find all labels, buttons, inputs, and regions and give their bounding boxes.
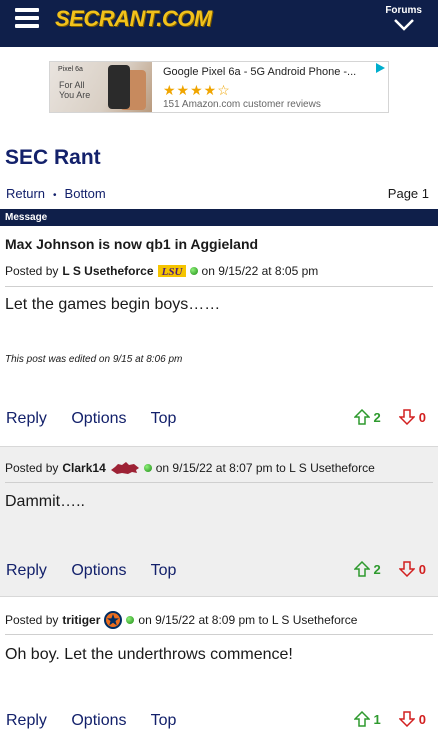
- options-button[interactable]: Options: [71, 562, 126, 579]
- astros-flair-icon: [104, 611, 123, 629]
- chevron-down-icon: [393, 19, 414, 31]
- downvote-count: 0: [418, 561, 426, 577]
- reply-button[interactable]: Reply: [6, 712, 47, 729]
- post-meta: Posted by Clark14 on 9/15/22 at 8:07 pm …: [5, 461, 375, 475]
- post: Posted by L S Usetheforce LSU on 9/15/22…: [0, 255, 438, 445]
- downvote-count: 0: [418, 711, 426, 727]
- post-body: Oh boy. Let the underthrows commence!: [5, 646, 293, 663]
- downvote-button[interactable]: 0: [398, 711, 426, 727]
- options-button[interactable]: Options: [71, 410, 126, 427]
- post: Posted by tritiger on 9/15/22 at 8:09 pm…: [0, 598, 438, 750]
- vote-controls: 2 0: [353, 561, 426, 577]
- board-title[interactable]: SEC Rant: [5, 146, 101, 170]
- reply-button[interactable]: Reply: [6, 562, 47, 579]
- thread-title: Max Johnson is now qb1 in Aggieland: [5, 236, 259, 252]
- site-logo[interactable]: SECRANT.COM: [55, 6, 212, 32]
- downvote-button[interactable]: 0: [398, 409, 426, 425]
- posted-by-label: Posted by: [5, 264, 59, 278]
- adchoices-icon[interactable]: [374, 62, 386, 74]
- top-button[interactable]: Top: [151, 410, 177, 427]
- post-body: Let the games begin boys……: [5, 296, 221, 313]
- thumbs-up-arrow-icon: [353, 561, 370, 577]
- return-link[interactable]: Return: [6, 186, 45, 201]
- bottom-link[interactable]: Bottom: [65, 186, 106, 201]
- upvote-count: 1: [373, 711, 381, 727]
- nav-separator: •: [53, 190, 57, 201]
- message-header-bar: Message: [0, 209, 438, 226]
- online-status-icon: [189, 267, 198, 275]
- upvote-count: 2: [373, 409, 381, 425]
- post-meta: Posted by tritiger on 9/15/22 at 8:09 pm…: [5, 611, 357, 629]
- upvote-button[interactable]: 2: [353, 409, 381, 425]
- thread-nav: Return • Bottom: [6, 186, 106, 201]
- top-button[interactable]: Top: [151, 562, 177, 579]
- ad-image-brand: Pixel 6a: [58, 66, 83, 73]
- thumbs-up-arrow-icon: [353, 711, 370, 727]
- post-actions: Reply Options Top: [6, 712, 196, 730]
- post-actions: Reply Options Top: [6, 410, 196, 428]
- menu-icon[interactable]: [15, 8, 39, 28]
- advertisement-banner[interactable]: Pixel 6a For All You Are Google Pixel 6a…: [49, 61, 389, 113]
- online-status-icon: [143, 464, 152, 472]
- edit-note: This post was edited on 9/15 at 8:06 pm: [5, 354, 183, 365]
- post-author[interactable]: L S Usetheforce: [62, 264, 153, 278]
- reply-button[interactable]: Reply: [6, 410, 47, 427]
- downvote-count: 0: [418, 409, 426, 425]
- top-navbar: SECRANT.COM Forums: [0, 0, 438, 47]
- upvote-button[interactable]: 1: [353, 711, 381, 727]
- post-author[interactable]: Clark14: [62, 461, 105, 475]
- online-status-icon: [126, 616, 135, 624]
- thumbs-down-arrow-icon: [398, 711, 415, 727]
- post-body: Dammit…..: [5, 493, 85, 510]
- posted-by-label: Posted by: [5, 613, 59, 627]
- post-timestamp: on 9/15/22 at 8:07 pm to L S Usetheforce: [155, 461, 375, 475]
- options-button[interactable]: Options: [71, 712, 126, 729]
- vote-controls: 2 0: [353, 409, 426, 425]
- upvote-count: 2: [373, 561, 381, 577]
- forums-label: Forums: [385, 5, 422, 16]
- lsu-flair-icon: LSU: [157, 265, 186, 277]
- ad-image-tagline: For All You Are: [59, 80, 91, 100]
- post-timestamp: on 9/15/22 at 8:09 pm to L S Usetheforce: [138, 613, 358, 627]
- top-button[interactable]: Top: [151, 712, 177, 729]
- post-meta: Posted by L S Usetheforce LSU on 9/15/22…: [5, 264, 318, 278]
- post-actions: Reply Options Top: [6, 562, 196, 580]
- downvote-button[interactable]: 0: [398, 561, 426, 577]
- forums-dropdown[interactable]: Forums: [385, 5, 422, 31]
- ad-product-image: Pixel 6a For All You Are: [50, 62, 152, 112]
- upvote-button[interactable]: 2: [353, 561, 381, 577]
- ad-title[interactable]: Google Pixel 6a - 5G Android Phone -...: [163, 66, 356, 78]
- vote-controls: 1 0: [353, 711, 426, 727]
- post-author[interactable]: tritiger: [62, 613, 100, 627]
- razorback-flair-icon: [110, 462, 139, 474]
- thumbs-up-arrow-icon: [353, 409, 370, 425]
- ad-rating-stars: ★★★★☆: [163, 82, 231, 98]
- svg-text:LSU: LSU: [160, 266, 183, 277]
- post: Posted by Clark14 on 9/15/22 at 8:07 pm …: [0, 446, 438, 597]
- thumbs-down-arrow-icon: [398, 561, 415, 577]
- post-timestamp: on 9/15/22 at 8:05 pm: [201, 264, 319, 278]
- posted-by-label: Posted by: [5, 461, 59, 475]
- page-number: Page 1: [387, 186, 429, 201]
- thumbs-down-arrow-icon: [398, 409, 415, 425]
- ad-review-count: 151 Amazon.com customer reviews: [163, 99, 321, 110]
